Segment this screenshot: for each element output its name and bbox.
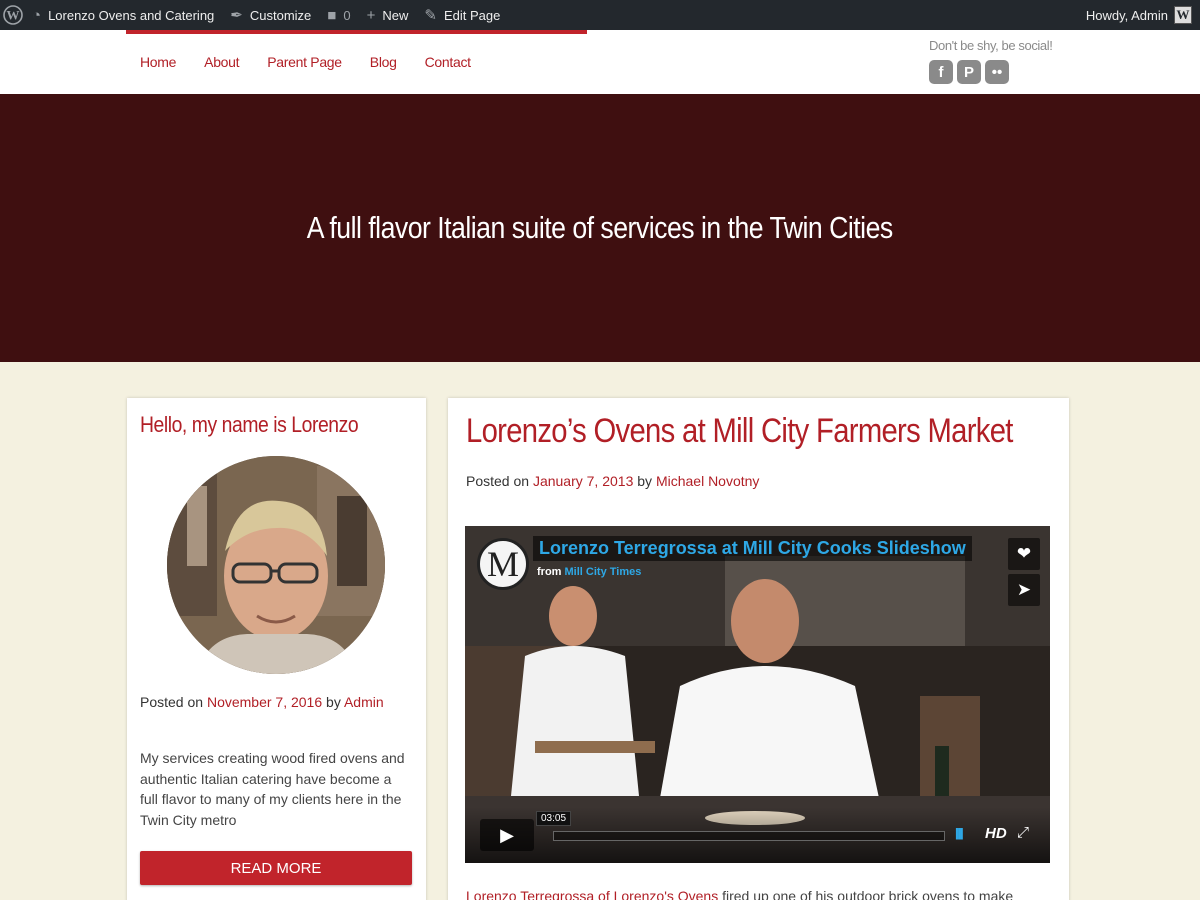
pinterest-icon[interactable]: P xyxy=(957,60,981,84)
video-title[interactable]: Lorenzo Terregrossa at Mill City Cooks S… xyxy=(533,536,972,561)
sidebar-posted-date[interactable]: November 7, 2016 xyxy=(207,694,322,710)
wordpress-logo-icon[interactable]: W xyxy=(2,4,24,26)
dashboard-icon: ◔ xyxy=(32,6,42,24)
hero-tagline: A full flavor Italian suite of services … xyxy=(306,210,894,245)
post-date-link[interactable]: January 7, 2013 xyxy=(533,473,633,489)
nav-item-parent-page[interactable]: Parent Page xyxy=(267,54,342,70)
read-more-button[interactable]: READ MORE xyxy=(140,851,412,885)
admin-new[interactable]: + New xyxy=(359,0,417,30)
video-timeline[interactable] xyxy=(553,831,945,841)
sidebar-card: Hello, my name is Lorenzo Posted on Nove… xyxy=(127,398,426,900)
social-label: Don't be shy, be social! xyxy=(929,38,1053,53)
post-card: Lorenzo’s Ovens at Mill City Farmers Mar… xyxy=(448,398,1069,900)
post-body-link[interactable]: Lorenzo Terregrossa of Lorenzo's Ovens xyxy=(466,888,718,900)
main-nav: Home About Parent Page Blog Contact xyxy=(140,54,499,70)
svg-text:W: W xyxy=(7,8,20,23)
brush-icon: ✒ xyxy=(230,6,243,24)
hero-banner: A full flavor Italian suite of services … xyxy=(0,94,1200,362)
admin-avatar: W xyxy=(1174,6,1192,24)
facebook-icon[interactable]: f xyxy=(929,60,953,84)
site-header: Home About Parent Page Blog Contact Don'… xyxy=(0,30,1200,94)
admin-site-name[interactable]: ◔ Lorenzo Ovens and Catering xyxy=(24,0,222,30)
video-player[interactable]: M Lorenzo Terregrossa at Mill City Cooks… xyxy=(465,526,1050,863)
social-icons: f P •• xyxy=(929,60,1013,84)
post-author-link[interactable]: Michael Novotny xyxy=(656,473,760,489)
post-posted-prefix: Posted on xyxy=(466,473,530,489)
post-meta: Posted on January 7, 2013 by Michael Nov… xyxy=(466,473,759,489)
video-from-prefix: from xyxy=(537,566,562,578)
admin-comments[interactable]: ■ 0 xyxy=(319,0,358,30)
volume-icon[interactable]: ||||| xyxy=(955,826,964,840)
admin-edit-page[interactable]: ✎ Edit Page xyxy=(416,0,508,30)
video-time: 03:05 xyxy=(536,811,572,826)
fullscreen-icon[interactable]: ⤢ xyxy=(1017,824,1029,841)
share-icon[interactable]: ➤ xyxy=(1008,574,1040,606)
author-photo xyxy=(167,456,385,674)
post-body-text: fired up one of his outdoor brick ovens … xyxy=(718,888,1014,900)
hd-toggle[interactable]: HD xyxy=(985,825,1007,842)
admin-customize[interactable]: ✒ Customize xyxy=(222,0,319,30)
nav-item-contact[interactable]: Contact xyxy=(425,54,471,70)
comments-count: 0 xyxy=(343,7,351,23)
edit-page-label: Edit Page xyxy=(443,7,501,23)
site-name-label: Lorenzo Ovens and Catering xyxy=(48,7,215,23)
video-channel-link[interactable]: Mill City Times xyxy=(565,566,642,578)
sidebar-posted-prefix: Posted on xyxy=(140,694,204,710)
video-controls: ▶ 03:05 ||||| HD ⤢ xyxy=(465,807,1050,863)
nav-item-home[interactable]: Home xyxy=(140,54,176,70)
greeting-label: Howdy, Admin xyxy=(1085,7,1168,23)
admin-account[interactable]: Howdy, Admin W xyxy=(1078,0,1200,30)
customize-label: Customize xyxy=(249,7,312,23)
sidebar-posted-meta: Posted on November 7, 2016 by Admin xyxy=(140,694,384,710)
sidebar-title[interactable]: Hello, my name is Lorenzo xyxy=(140,412,359,438)
post-title[interactable]: Lorenzo’s Ovens at Mill City Farmers Mar… xyxy=(466,412,1013,451)
new-label: New xyxy=(382,7,409,23)
video-from: from Mill City Times xyxy=(537,566,641,578)
post-body: Lorenzo Terregrossa of Lorenzo's Ovens f… xyxy=(466,888,1056,900)
sidebar-posted-by: by xyxy=(326,694,341,710)
video-channel-logo[interactable]: M xyxy=(477,538,529,590)
nav-item-blog[interactable]: Blog xyxy=(370,54,397,70)
plus-icon: + xyxy=(366,6,376,24)
admin-bar: W ◔ Lorenzo Ovens and Catering ✒ Customi… xyxy=(0,0,1200,30)
post-posted-by: by xyxy=(637,473,653,489)
sidebar-excerpt: My services creating wood fired ovens an… xyxy=(140,750,405,828)
nav-item-about[interactable]: About xyxy=(204,54,239,70)
sidebar-author-link[interactable]: Admin xyxy=(344,694,384,710)
heart-icon[interactable]: ❤ xyxy=(1008,538,1040,570)
header-accent-bar xyxy=(126,30,587,34)
pencil-icon: ✎ xyxy=(424,6,437,24)
play-icon[interactable]: ▶ xyxy=(480,819,534,851)
flickr-icon[interactable]: •• xyxy=(985,60,1009,84)
comment-icon: ■ xyxy=(327,6,337,24)
